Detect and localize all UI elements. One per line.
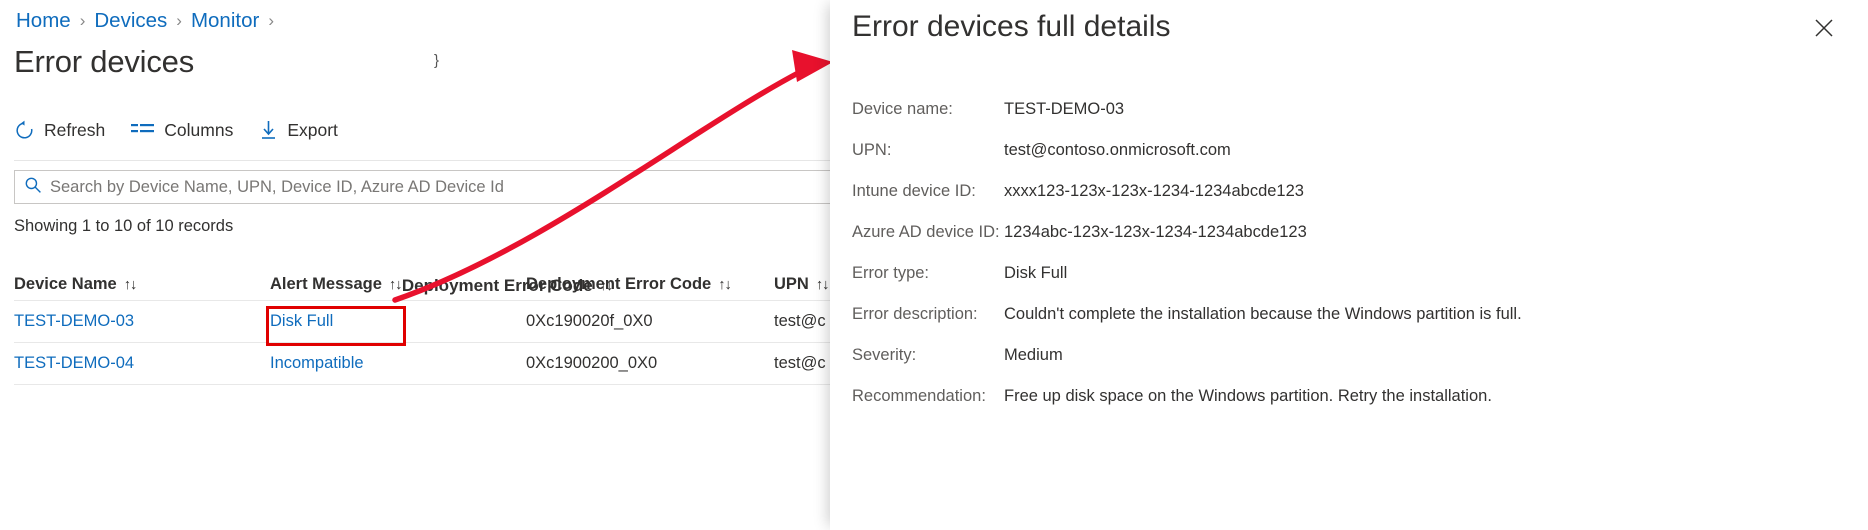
field-label: Intune device ID:: [852, 182, 1004, 201]
detail-field-error-description: Error description: Couldn't complete the…: [852, 305, 1842, 324]
field-value: Couldn't complete the installation becau…: [1004, 305, 1522, 324]
cell-alert-message[interactable]: Disk Full: [270, 312, 526, 331]
field-label: UPN:: [852, 141, 1004, 160]
detail-field-severity: Severity: Medium: [852, 346, 1842, 365]
export-label: Export: [287, 120, 338, 141]
screenshot-root: Home › Devices › Monitor › Error devices…: [0, 0, 1868, 530]
field-value: Medium: [1004, 346, 1063, 365]
panel-title: Error devices full details: [852, 10, 1170, 44]
detail-field-device-name: Device name: TEST-DEMO-03: [852, 100, 1842, 119]
detail-field-recommendation: Recommendation: Free up disk space on th…: [852, 387, 1842, 406]
close-button[interactable]: [1808, 14, 1840, 46]
field-label: Azure AD device ID:: [852, 223, 1004, 242]
detail-field-intune-device-id: Intune device ID: xxxx123-123x-123x-1234…: [852, 182, 1842, 201]
field-label: Recommendation:: [852, 387, 1004, 406]
cell-alert-message[interactable]: Incompatible: [270, 354, 526, 373]
error-details-panel: Error devices full details Device name: …: [830, 0, 1868, 530]
field-value: 1234abc-123x-123x-1234-1234abcde123: [1004, 223, 1307, 242]
export-button[interactable]: Export: [259, 120, 338, 141]
close-icon: [1813, 17, 1835, 44]
refresh-icon: [14, 120, 35, 141]
cell-error-code: 0Xc190020f_0X0: [526, 312, 774, 331]
page-title: Error devices: [14, 44, 194, 80]
stray-mark: }: [434, 52, 439, 69]
breadcrumb-separator-icon: ›: [176, 11, 182, 31]
export-icon: [259, 120, 278, 141]
search-icon: [24, 176, 42, 199]
field-value: xxxx123-123x-123x-1234-1234abcde123: [1004, 182, 1304, 201]
column-label: Deployment Error Code: [402, 276, 593, 296]
field-value: TEST-DEMO-03: [1004, 100, 1124, 119]
refresh-label: Refresh: [44, 120, 105, 141]
breadcrumb-item-devices[interactable]: Devices: [94, 9, 167, 33]
field-value: Free up disk space on the Windows partit…: [1004, 387, 1492, 406]
breadcrumb-item-home[interactable]: Home: [16, 9, 71, 33]
detail-field-list: Device name: TEST-DEMO-03 UPN: test@cont…: [852, 100, 1842, 428]
search-input[interactable]: [50, 178, 947, 197]
field-label: Severity:: [852, 346, 1004, 365]
breadcrumb-separator-icon: ›: [80, 11, 86, 31]
command-bar: Refresh Columns: [14, 120, 338, 141]
field-value: test@contoso.onmicrosoft.com: [1004, 141, 1231, 160]
footer-sort-deployment-error-code[interactable]: Deployment Error Code ↑↓: [402, 276, 612, 296]
columns-icon: [131, 122, 155, 139]
field-label: Error description:: [852, 305, 1004, 324]
cell-device-name[interactable]: TEST-DEMO-03: [14, 312, 270, 331]
field-value: Disk Full: [1004, 264, 1067, 283]
breadcrumb: Home › Devices › Monitor ›: [16, 9, 283, 33]
columns-label: Columns: [164, 120, 233, 141]
records-count: Showing 1 to 10 of 10 records: [14, 217, 233, 236]
field-label: Error type:: [852, 264, 1004, 283]
columns-button[interactable]: Columns: [131, 120, 233, 141]
detail-field-upn: UPN: test@contoso.onmicrosoft.com: [852, 141, 1842, 160]
field-label: Device name:: [852, 100, 1004, 119]
cell-error-code: 0Xc1900200_0X0: [526, 354, 774, 373]
detail-field-error-type: Error type: Disk Full: [852, 264, 1842, 283]
detail-field-azure-ad-device-id: Azure AD device ID: 1234abc-123x-123x-12…: [852, 223, 1842, 242]
cell-device-name[interactable]: TEST-DEMO-04: [14, 354, 270, 373]
breadcrumb-separator-icon: ›: [268, 11, 274, 31]
refresh-button[interactable]: Refresh: [14, 120, 105, 141]
sort-icon: ↑↓: [600, 278, 613, 294]
breadcrumb-item-monitor[interactable]: Monitor: [191, 9, 259, 33]
